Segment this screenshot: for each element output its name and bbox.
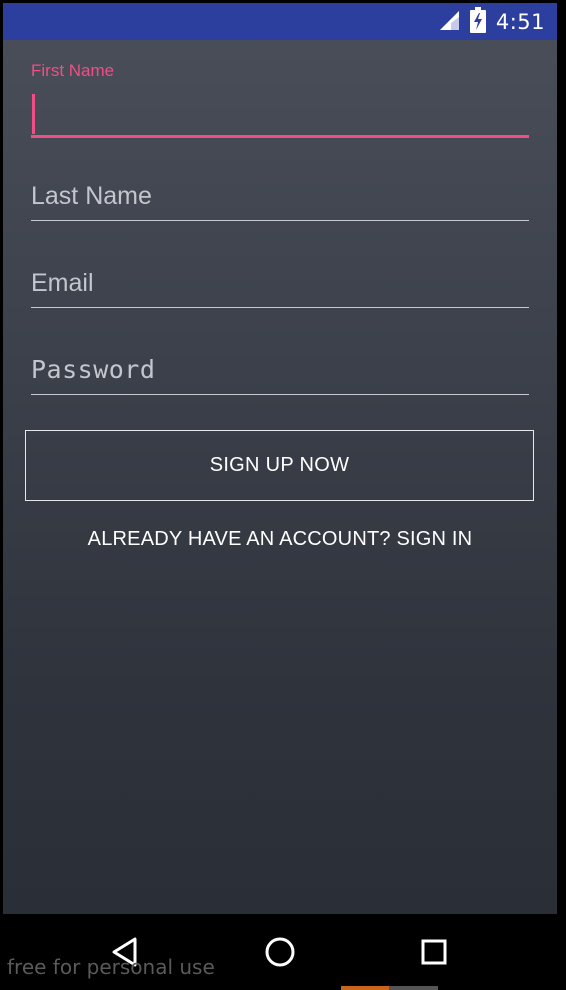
last-name-field[interactable]: Last Name — [31, 178, 529, 228]
sign-in-link[interactable]: ALREADY HAVE AN ACCOUNT? SIGN IN — [3, 528, 557, 551]
first-name-input[interactable] — [31, 94, 533, 136]
email-field[interactable]: Email — [31, 265, 529, 315]
email-placeholder: Email — [31, 269, 94, 297]
email-underline — [31, 307, 529, 308]
sign-up-button[interactable]: SIGN UP NOW — [25, 430, 534, 501]
password-placeholder: Password — [31, 355, 156, 384]
watermark: free for personal use — [7, 955, 215, 979]
status-bar: 4:51 — [3, 3, 557, 40]
home-icon[interactable] — [262, 934, 298, 970]
taskbar-indicator — [341, 986, 389, 990]
first-name-label: First Name — [31, 61, 115, 80]
signal-icon — [438, 9, 460, 36]
first-name-underline — [31, 135, 529, 138]
password-field[interactable]: Password — [31, 352, 529, 402]
app-screen: 4:51 First Name Last Name Email Password… — [3, 3, 557, 914]
taskbar-indicator-secondary — [389, 986, 438, 990]
first-name-field[interactable]: First Name — [31, 61, 533, 141]
password-underline — [31, 394, 529, 395]
recents-icon[interactable] — [416, 934, 452, 970]
last-name-placeholder: Last Name — [31, 182, 152, 210]
battery-charging-icon — [469, 6, 486, 38]
status-time: 4:51 — [495, 10, 545, 34]
last-name-underline — [31, 220, 529, 221]
status-icons: 4:51 — [438, 6, 545, 36]
